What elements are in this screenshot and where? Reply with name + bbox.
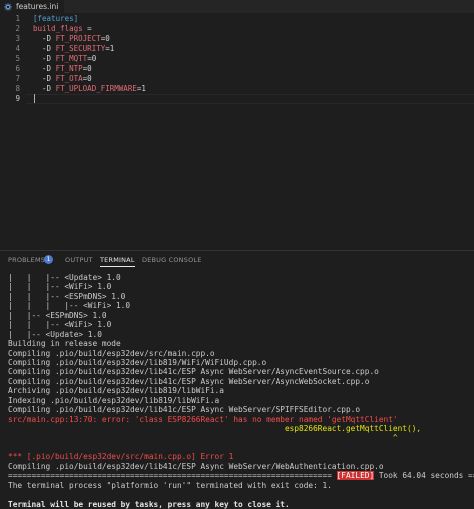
tab-problems[interactable]: PROBLEMS bbox=[8, 256, 45, 264]
terminal-line: src/main.cpp:13:70: error: 'class ESP826… bbox=[8, 414, 398, 424]
line-number: 8 bbox=[15, 84, 20, 93]
tab-label: features.ini bbox=[16, 2, 59, 11]
code-line[interactable]: 9 bbox=[0, 94, 474, 104]
terminal-line: Compiling .pio/build/esp32dev/src/main.c… bbox=[8, 348, 215, 358]
gear-icon bbox=[4, 2, 12, 11]
code-text: -D FT_UPLOAD_FIRMWARE=1 bbox=[33, 84, 146, 93]
tab-terminal[interactable]: TERMINAL bbox=[100, 256, 135, 267]
editor-tab-bar: features.ini bbox=[0, 0, 474, 13]
failed-badge: [FAILED] bbox=[336, 471, 375, 481]
code-text: [features] bbox=[33, 14, 79, 23]
code-line[interactable]: 4 -D FT_SECURITY=1 bbox=[0, 44, 474, 54]
code-line[interactable]: 8 -D FT_UPLOAD_FIRMWARE=1 bbox=[0, 84, 474, 94]
code-text: -D FT_NTP=0 bbox=[33, 64, 92, 73]
line-number: 9 bbox=[15, 94, 20, 103]
terminal-output[interactable]: | | |-- <Update> 1.0 | | |-- <WiFi> 1.0 | … bbox=[8, 273, 474, 509]
code-text: -D FT_SECURITY=1 bbox=[33, 44, 115, 53]
terminal-line: Archiving .pio/build/esp32dev/lib819/lib… bbox=[8, 386, 224, 396]
terminal-line: | | | |-- <WiFi> 1.0 bbox=[8, 301, 131, 311]
code-line[interactable]: 1 [features] bbox=[0, 14, 474, 24]
tab-debug-console[interactable]: DEBUG CONSOLE bbox=[142, 256, 202, 264]
terminal-line: Compiling .pio/build/esp32dev/lib41c/ESP… bbox=[8, 367, 379, 377]
code-line[interactable]: 6 -D FT_NTP=0 bbox=[0, 64, 474, 74]
terminal-line: Compiling .pio/build/esp32dev/lib41c/ESP… bbox=[8, 461, 384, 471]
panel-tabs: PROBLEMS 1 OUTPUT TERMINAL DEBUG CONSOLE bbox=[0, 251, 474, 269]
current-line-highlight bbox=[26, 94, 474, 104]
code-line[interactable]: 3 -D FT_PROJECT=0 bbox=[0, 34, 474, 44]
tab-features-ini[interactable]: features.ini bbox=[0, 0, 65, 13]
terminal-line: | |-- <ESPmDNS> 1.0 bbox=[8, 310, 107, 320]
code-text: -D FT_PROJECT=0 bbox=[33, 34, 110, 43]
bottom-panel: PROBLEMS 1 OUTPUT TERMINAL DEBUG CONSOLE… bbox=[0, 250, 474, 509]
code-editor[interactable]: 1 [features] 2 build_flags = 3 -D FT_PROJECT… bbox=[0, 13, 474, 105]
line-number: 3 bbox=[15, 34, 20, 43]
line-number: 7 bbox=[15, 74, 20, 83]
code-text: -D FT_MQTT=0 bbox=[33, 54, 97, 63]
code-text: -D FT_OTA=0 bbox=[33, 74, 92, 83]
terminal-line: | | |-- <Update> 1.0 bbox=[8, 273, 121, 282]
terminal-line: The terminal process "platformio 'run'" … bbox=[8, 480, 332, 490]
code-text: build_flags = bbox=[33, 24, 92, 33]
terminal-line: Compiling .pio/build/esp32dev/lib41c/ESP… bbox=[8, 405, 361, 415]
terminal-line: ========================================… bbox=[8, 471, 474, 481]
code-line[interactable]: 5 -D FT_MQTT=0 bbox=[0, 54, 474, 64]
terminal-line: | | |-- <WiFi> 1.0 bbox=[8, 282, 112, 292]
code-line[interactable]: 7 -D FT_OTA=0 bbox=[0, 74, 474, 84]
terminal-line: Terminal will be reused by tasks, press … bbox=[8, 499, 290, 509]
terminal-line: ^ bbox=[8, 433, 398, 443]
line-number: 4 bbox=[15, 44, 20, 53]
line-number: 2 bbox=[15, 24, 20, 33]
terminal-line: Compiling .pio/build/esp32dev/lib819/WiF… bbox=[8, 357, 267, 367]
tab-output[interactable]: OUTPUT bbox=[65, 256, 93, 264]
terminal-line: *** [.pio/build/esp32dev/src/main.cpp.o]… bbox=[8, 452, 234, 462]
problems-count-badge: 1 bbox=[44, 255, 53, 264]
line-number: 5 bbox=[15, 54, 20, 63]
terminal-line: esp8266React.getMqttClient(), bbox=[8, 424, 422, 433]
code-line[interactable]: 2 build_flags = bbox=[0, 24, 474, 34]
terminal-line: Building in release mode bbox=[8, 339, 121, 349]
terminal-line: Compiling .pio/build/esp32dev/lib41c/ESP… bbox=[8, 376, 370, 386]
terminal-line: | | |-- <WiFi> 1.0 bbox=[8, 320, 112, 330]
terminal-line: Indexing .pio/build/esp32dev/lib819/libW… bbox=[8, 395, 220, 405]
line-number: 6 bbox=[15, 64, 20, 73]
terminal-line: | | |-- <ESPmDNS> 1.0 bbox=[8, 291, 126, 301]
terminal-line: | |-- <Update> 1.0 bbox=[8, 329, 102, 339]
line-number: 1 bbox=[15, 14, 20, 23]
text-cursor bbox=[34, 94, 35, 103]
